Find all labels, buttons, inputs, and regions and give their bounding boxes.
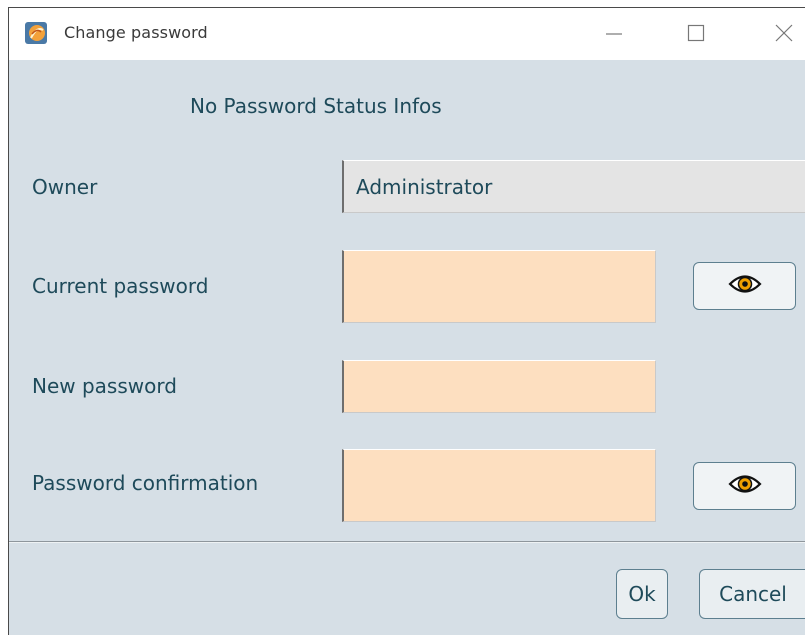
app-logo-icon xyxy=(25,22,47,44)
dialog-content: No Password Status Infos Owner Current p… xyxy=(9,60,805,636)
window-title: Change password xyxy=(64,23,208,42)
current-password-label: Current password xyxy=(32,274,209,298)
show-confirmation-password-button[interactable] xyxy=(693,462,796,510)
owner-field xyxy=(342,160,805,213)
title-bar[interactable]: Change password xyxy=(9,8,805,60)
close-icon[interactable] xyxy=(769,18,799,48)
password-status-text: No Password Status Infos xyxy=(190,94,442,118)
change-password-dialog: Change password No Password Status Infos… xyxy=(8,7,805,635)
cancel-button[interactable]: Cancel xyxy=(699,569,805,619)
password-confirmation-input[interactable] xyxy=(342,449,656,522)
new-password-label: New password xyxy=(32,374,177,398)
ok-button[interactable]: Ok xyxy=(616,569,668,619)
minimize-icon[interactable] xyxy=(599,18,629,48)
footer-divider xyxy=(9,541,805,543)
maximize-icon[interactable] xyxy=(681,18,711,48)
current-password-input[interactable] xyxy=(342,250,656,323)
password-confirmation-label: Password confirmation xyxy=(32,471,259,495)
show-current-password-button[interactable] xyxy=(693,262,796,310)
eye-icon xyxy=(727,472,762,500)
eye-icon xyxy=(727,272,762,300)
owner-label: Owner xyxy=(32,175,98,199)
new-password-input[interactable] xyxy=(342,360,656,413)
